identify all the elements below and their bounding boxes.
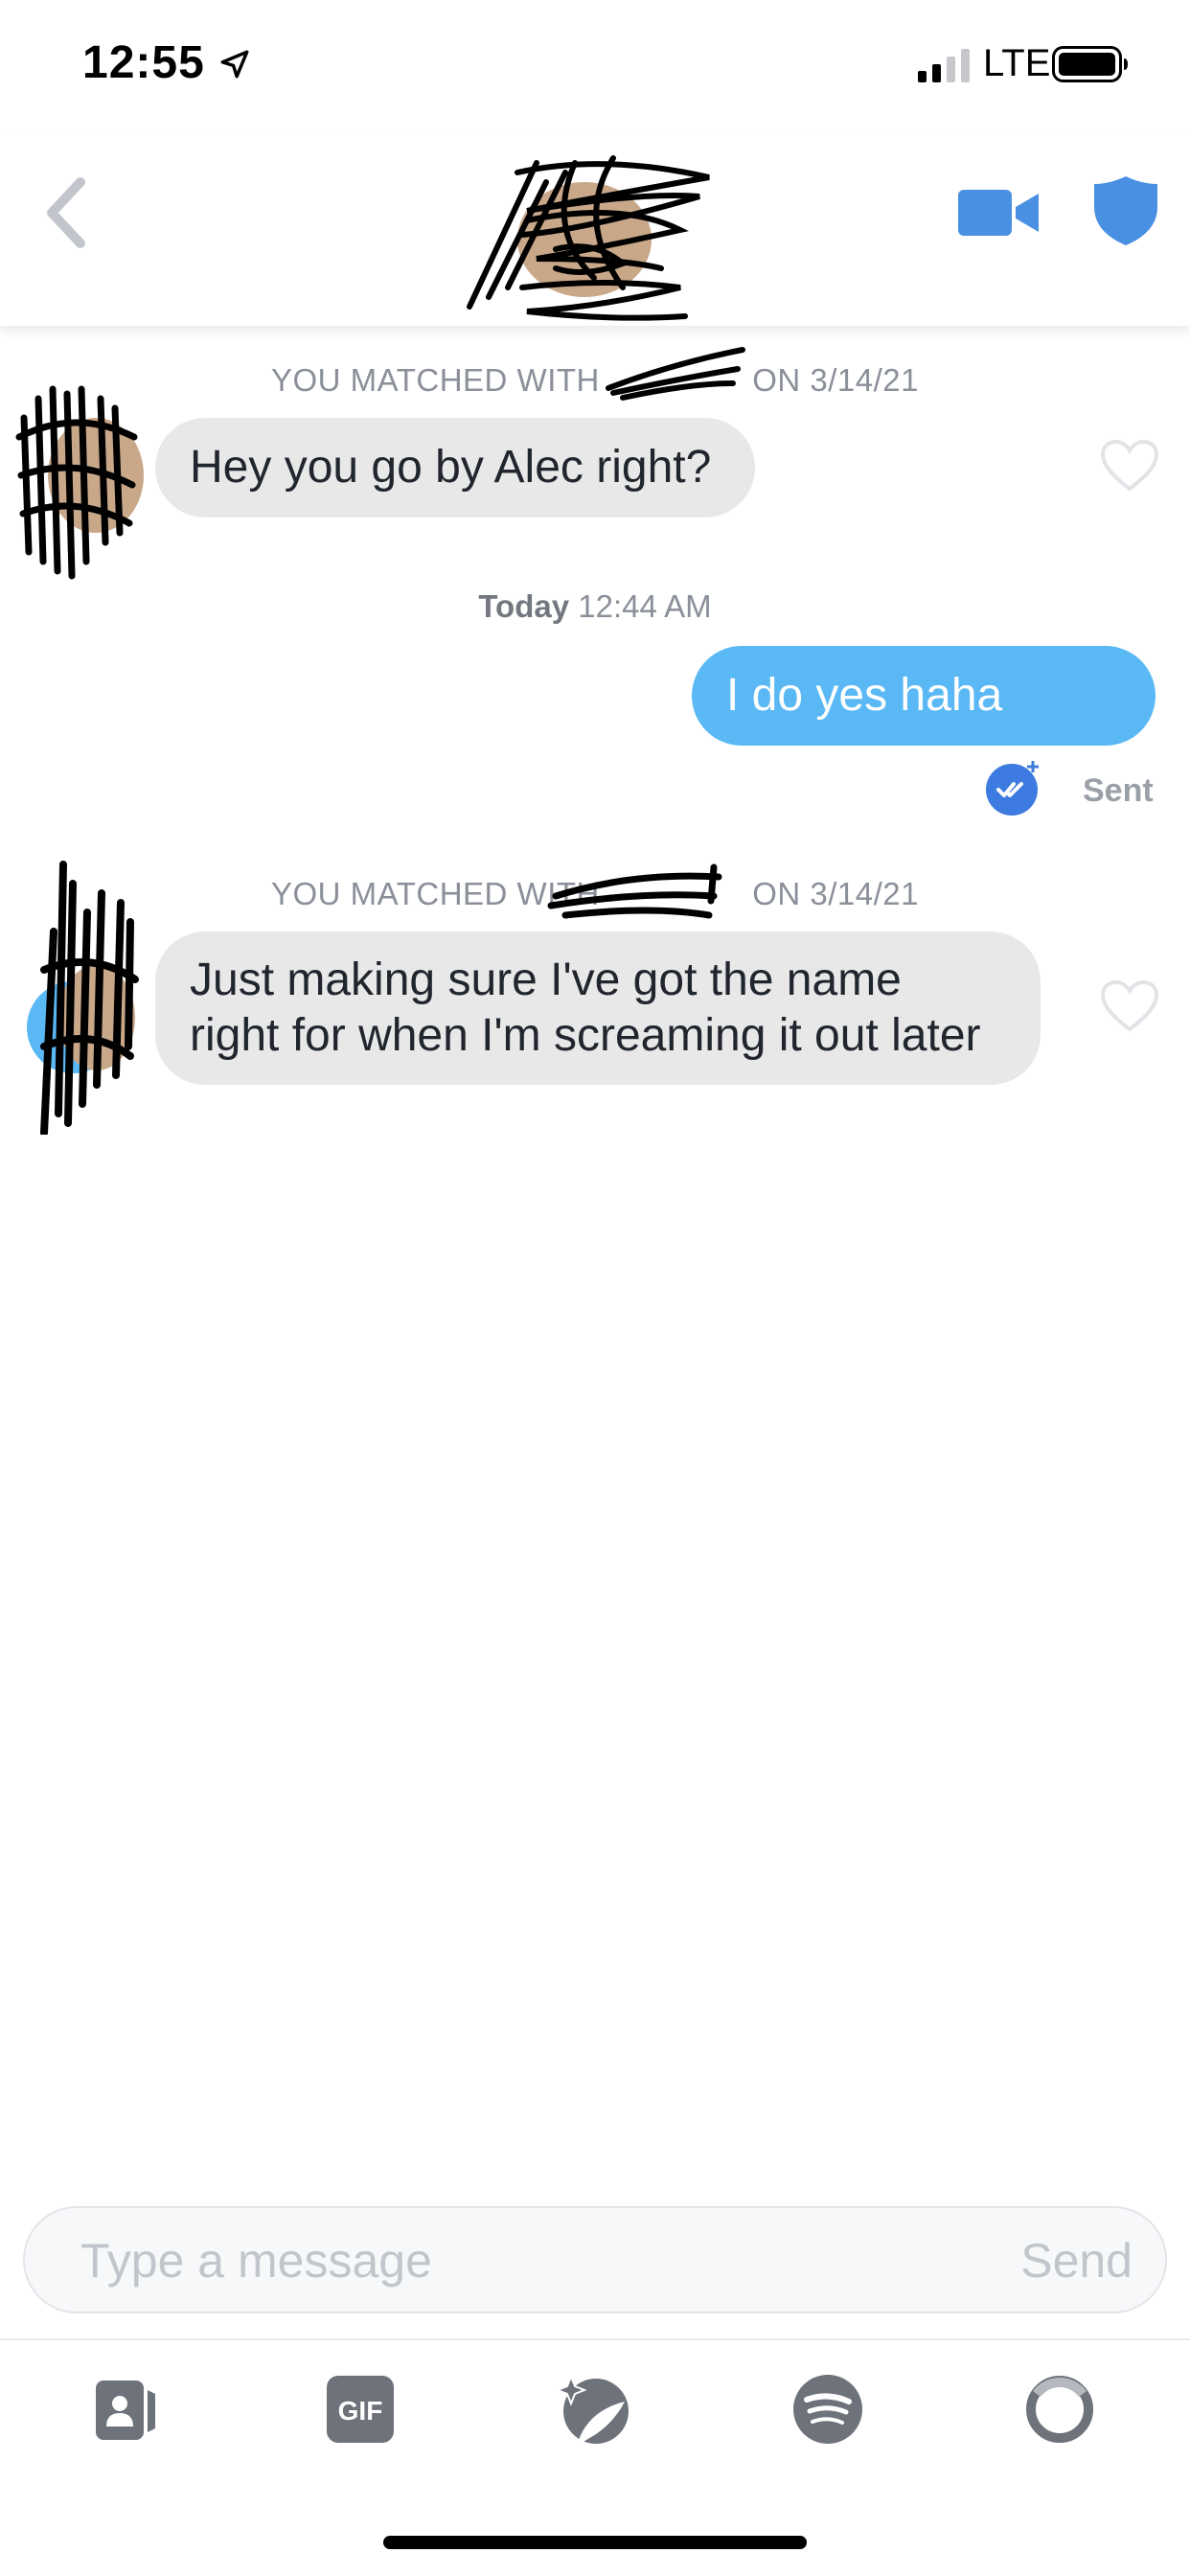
sparkle-sticker-icon[interactable] <box>558 2373 630 2446</box>
battery-icon <box>1052 46 1128 82</box>
gif-label: GIF <box>338 2396 383 2426</box>
match-notice-suffix: ON 3/14/21 <box>752 362 919 398</box>
received-message-bubble[interactable]: Just making sure I've got the name right… <box>155 932 1041 1085</box>
send-button[interactable]: Send <box>1020 2233 1133 2288</box>
sender-avatar[interactable] <box>15 855 140 1135</box>
spotify-icon[interactable] <box>791 2373 864 2446</box>
toolbar-divider <box>0 2338 1190 2340</box>
match-notice-1: YOU MATCHED WITH ON 3/14/21 <box>0 362 1190 399</box>
redaction-scribble <box>547 863 722 919</box>
match-avatar[interactable] <box>431 144 738 326</box>
received-message-bubble[interactable]: Hey you go by Alec right? <box>155 418 755 518</box>
status-bar: 12:55 LTE <box>0 0 1190 134</box>
status-time: 12:55 <box>82 37 205 88</box>
match-notice-prefix: YOU MATCHED WITH <box>271 362 600 398</box>
message-input[interactable] <box>80 2229 943 2292</box>
like-heart-icon[interactable] <box>1100 439 1159 493</box>
home-indicator[interactable] <box>383 2536 807 2549</box>
message-line: Just making sure I've got the name <box>190 954 902 1005</box>
time-label: 12:44 AM <box>578 588 712 624</box>
redaction-scribble <box>606 347 745 401</box>
location-arrow-icon <box>220 50 249 79</box>
read-receipt-icon[interactable] <box>983 759 1041 816</box>
loop-icon[interactable] <box>1023 2373 1096 2446</box>
message-line: right for when I'm screaming it out late… <box>190 1010 981 1061</box>
signal-strength-icon <box>918 49 970 82</box>
chat-header <box>0 134 1190 326</box>
shield-icon[interactable] <box>1092 174 1159 247</box>
day-timestamp: Today 12:44 AM <box>0 588 1190 625</box>
video-call-icon[interactable] <box>958 184 1041 242</box>
day-label: Today <box>478 588 570 624</box>
match-notice-suffix: ON 3/14/21 <box>752 876 919 911</box>
sent-message-bubble[interactable]: I do yes haha why? <box>692 646 1156 820</box>
sender-avatar[interactable] <box>10 380 144 585</box>
like-heart-icon[interactable] <box>1100 979 1159 1033</box>
back-chevron-icon[interactable] <box>38 174 96 251</box>
network-type: LTE <box>983 42 1051 84</box>
gif-icon[interactable]: GIF <box>324 2373 397 2446</box>
contact-card-icon[interactable] <box>92 2373 165 2446</box>
message-composer: Send <box>23 2206 1167 2313</box>
sent-status: Sent <box>1083 772 1154 809</box>
